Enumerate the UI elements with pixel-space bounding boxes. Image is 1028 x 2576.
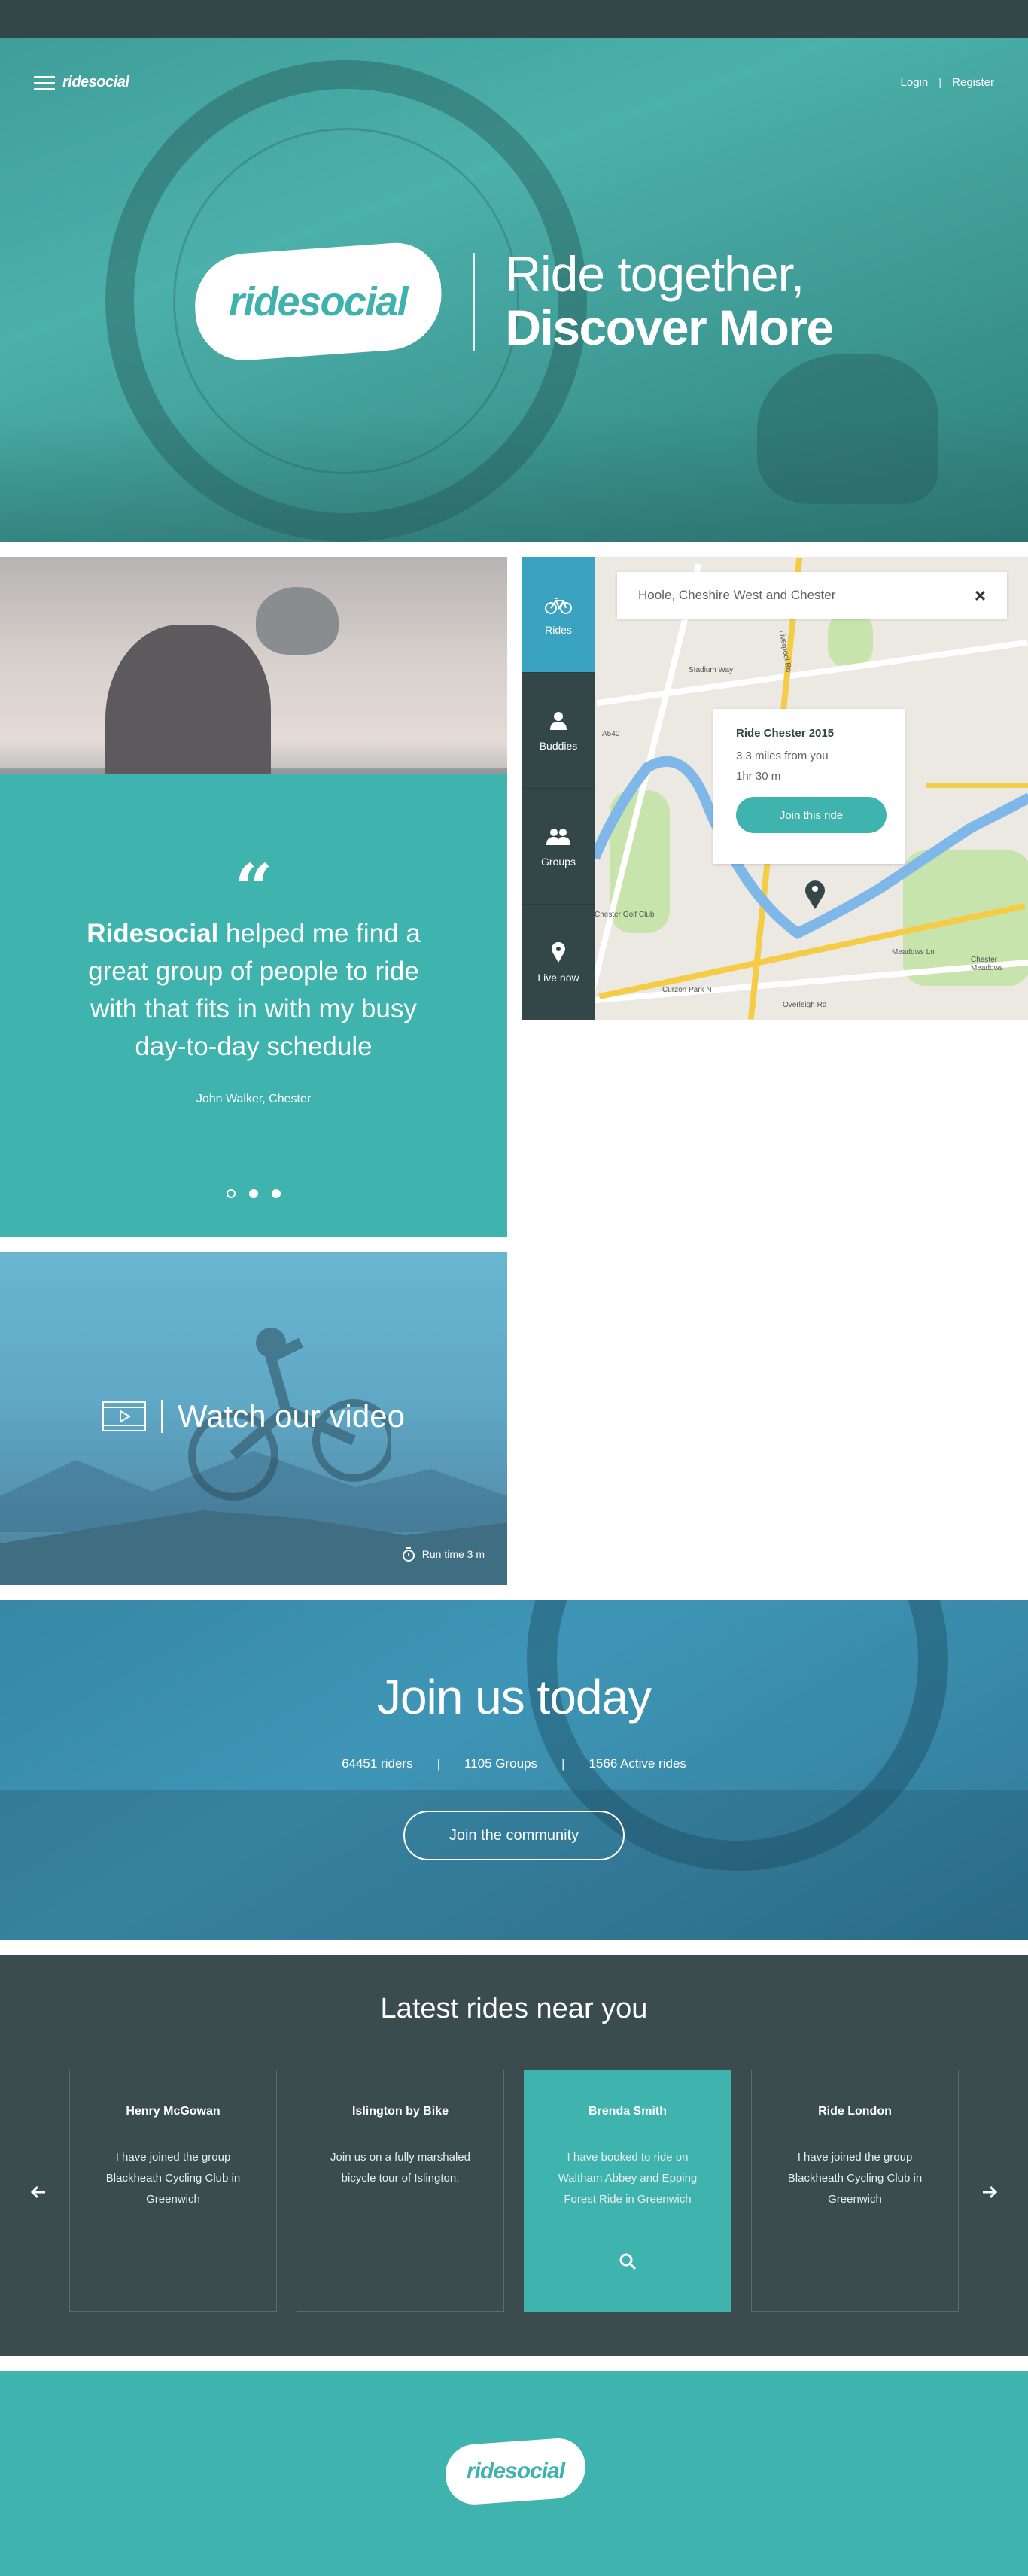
stat-separator: | bbox=[561, 1756, 565, 1771]
user-icon bbox=[550, 711, 567, 730]
ride-card-title: Brenda Smith bbox=[588, 2105, 667, 2118]
feature-grid: Rides Buddies Groups Live now Stadium Wa… bbox=[0, 557, 1028, 1585]
map-label: Overleigh Rd bbox=[783, 1001, 827, 1009]
hero: ridesocial Login | Register ridesocial R… bbox=[0, 38, 1028, 542]
location-pin-icon bbox=[552, 941, 565, 963]
tagline-line1: Ride together, bbox=[505, 246, 804, 303]
join-stats: 64451 riders | 1105 Groups | 1566 Active… bbox=[0, 1756, 1028, 1772]
carousel-dots bbox=[0, 1189, 507, 1198]
stopwatch-icon bbox=[402, 1547, 415, 1562]
map-tab-groups[interactable]: Groups bbox=[522, 789, 595, 905]
auth-links: Login | Register bbox=[901, 76, 994, 89]
footer-logo-text: ridesocial bbox=[466, 2459, 565, 2484]
stat-groups: 1105 Groups bbox=[464, 1756, 538, 1771]
map-tab-label: Rides bbox=[545, 623, 572, 636]
map-view[interactable]: Stadium Way Liverpool Rd Chester Golf Cl… bbox=[595, 557, 1028, 1020]
tagline-line2: Discover More bbox=[505, 300, 834, 356]
stat-riders: 64451 riders bbox=[342, 1756, 413, 1771]
search-icon[interactable] bbox=[619, 2252, 637, 2270]
latest-rides: Latest rides near you Henry McGowan I ha… bbox=[0, 1955, 1028, 2356]
map-label: Chester Meadows bbox=[971, 956, 1003, 972]
arrow-right-icon[interactable] bbox=[978, 2181, 1001, 2203]
carousel-dot[interactable] bbox=[227, 1189, 236, 1198]
ride-card-desc: I have booked to ride on Waltham Abbey a… bbox=[558, 2151, 698, 2206]
map-marker-icon[interactable] bbox=[804, 879, 826, 909]
hero-content: ridesocial Ride together, Discover More bbox=[0, 239, 1028, 364]
hero-divider bbox=[473, 253, 476, 351]
watch-video-label: Watch our video bbox=[178, 1398, 405, 1434]
map-label: A540 bbox=[602, 730, 620, 738]
map-tab-rides[interactable]: Rides bbox=[522, 557, 595, 673]
ride-popup: Ride Chester 2015 3.3 miles from you 1hr… bbox=[713, 709, 905, 864]
ride-card[interactable]: Islington by Bike Join us on a fully mar… bbox=[297, 2070, 504, 2312]
ride-distance: 3.3 miles from you bbox=[736, 750, 829, 762]
map-tab-live-now[interactable]: Live now bbox=[522, 905, 595, 1020]
hamburger-icon[interactable] bbox=[34, 75, 55, 90]
top-bar bbox=[0, 0, 1028, 38]
map-sidebar: Rides Buddies Groups Live now bbox=[522, 557, 595, 1020]
brand: ridesocial bbox=[34, 74, 129, 91]
ride-card[interactable]: Brenda Smith I have booked to ride on Wa… bbox=[524, 2070, 731, 2312]
carousel-dot[interactable] bbox=[249, 1189, 258, 1198]
footer: ridesocial bbox=[0, 2371, 1028, 2576]
map-tab-buddies[interactable]: Buddies bbox=[522, 673, 595, 789]
hero-background-ground bbox=[0, 414, 1028, 542]
ride-cards: Henry McGowan I have joined the group Bl… bbox=[69, 2070, 959, 2312]
video-runtime: Run time 3 m bbox=[401, 1546, 485, 1562]
close-icon[interactable]: × bbox=[975, 584, 986, 607]
ride-card-desc: I have joined the group Blackheath Cycli… bbox=[105, 2151, 241, 2206]
join-community-button[interactable]: Join the community bbox=[403, 1811, 625, 1860]
ride-title: Ride Chester 2015 bbox=[736, 727, 835, 740]
testimonial: “ Ridesocial helped me find a great grou… bbox=[0, 774, 507, 1237]
map-label: Meadows Ln bbox=[892, 948, 935, 956]
hero-logo-text: ridesocial bbox=[229, 279, 408, 324]
join-section: Join us today 64451 riders | 1105 Groups… bbox=[0, 1600, 1028, 1940]
video-card[interactable]: Watch our video Run time 3 m bbox=[0, 1252, 507, 1585]
map-tab-label: Buddies bbox=[539, 739, 578, 752]
arrow-left-icon[interactable] bbox=[27, 2181, 50, 2203]
main-nav: ridesocial Login | Register bbox=[34, 74, 994, 91]
quote-icon: “ bbox=[234, 849, 273, 927]
brand-name[interactable]: ridesocial bbox=[62, 74, 129, 91]
footer-logo[interactable]: ridesocial bbox=[443, 2436, 588, 2507]
map-search[interactable]: Hoole, Cheshire West and Chester × bbox=[617, 572, 1007, 619]
map-label: Curzon Park N bbox=[662, 986, 712, 994]
ride-card-title: Henry McGowan bbox=[126, 2105, 221, 2118]
join-ride-button[interactable]: Join this ride bbox=[736, 797, 887, 833]
ride-card-desc: Join us on a fully marshaled bicycle tou… bbox=[330, 2151, 470, 2185]
stat-active-rides: 1566 Active rides bbox=[589, 1756, 686, 1771]
ride-card-desc: I have joined the group Blackheath Cycli… bbox=[787, 2151, 923, 2206]
film-icon bbox=[102, 1401, 147, 1431]
testimonial-brand: Ridesocial bbox=[87, 919, 219, 948]
map-label: Stadium Way bbox=[689, 666, 734, 674]
map-tab-label: Live now bbox=[537, 971, 579, 984]
video-divider bbox=[161, 1400, 163, 1433]
stat-separator: | bbox=[436, 1756, 440, 1771]
carousel-dot[interactable] bbox=[272, 1189, 281, 1198]
map-card: Rides Buddies Groups Live now Stadium Wa… bbox=[522, 557, 1028, 1020]
ride-card-title: Ride London bbox=[818, 2105, 892, 2118]
ride-card[interactable]: Henry McGowan I have joined the group Bl… bbox=[69, 2070, 277, 2312]
auth-separator: | bbox=[938, 76, 942, 89]
login-link[interactable]: Login bbox=[901, 76, 929, 89]
map-tab-label: Groups bbox=[541, 855, 576, 868]
ride-card[interactable]: Ride London I have joined the group Blac… bbox=[751, 2070, 959, 2312]
bicycle-icon bbox=[545, 597, 572, 614]
ride-duration: 1hr 30 m bbox=[736, 770, 781, 783]
latest-title: Latest rides near you bbox=[380, 1993, 648, 2024]
hero-tagline: Ride together, Discover More bbox=[505, 246, 834, 356]
register-link[interactable]: Register bbox=[952, 76, 994, 89]
map-label: Chester Golf Club bbox=[595, 911, 655, 919]
map-search-input[interactable]: Hoole, Cheshire West and Chester bbox=[638, 588, 975, 603]
hero-logo: ridesocial bbox=[191, 239, 446, 364]
testimonial-author: John Walker, Chester bbox=[196, 1093, 312, 1106]
testimonial-text: Ridesocial helped me find a great group … bbox=[68, 915, 439, 1066]
join-title: Join us today bbox=[376, 1670, 652, 1724]
watch-video-button[interactable]: Watch our video bbox=[0, 1398, 507, 1434]
group-icon bbox=[546, 828, 570, 845]
runtime-text: Run time 3 m bbox=[421, 1548, 485, 1560]
photo-rider-helmet bbox=[256, 587, 339, 655]
ride-card-title: Islington by Bike bbox=[351, 2105, 449, 2118]
